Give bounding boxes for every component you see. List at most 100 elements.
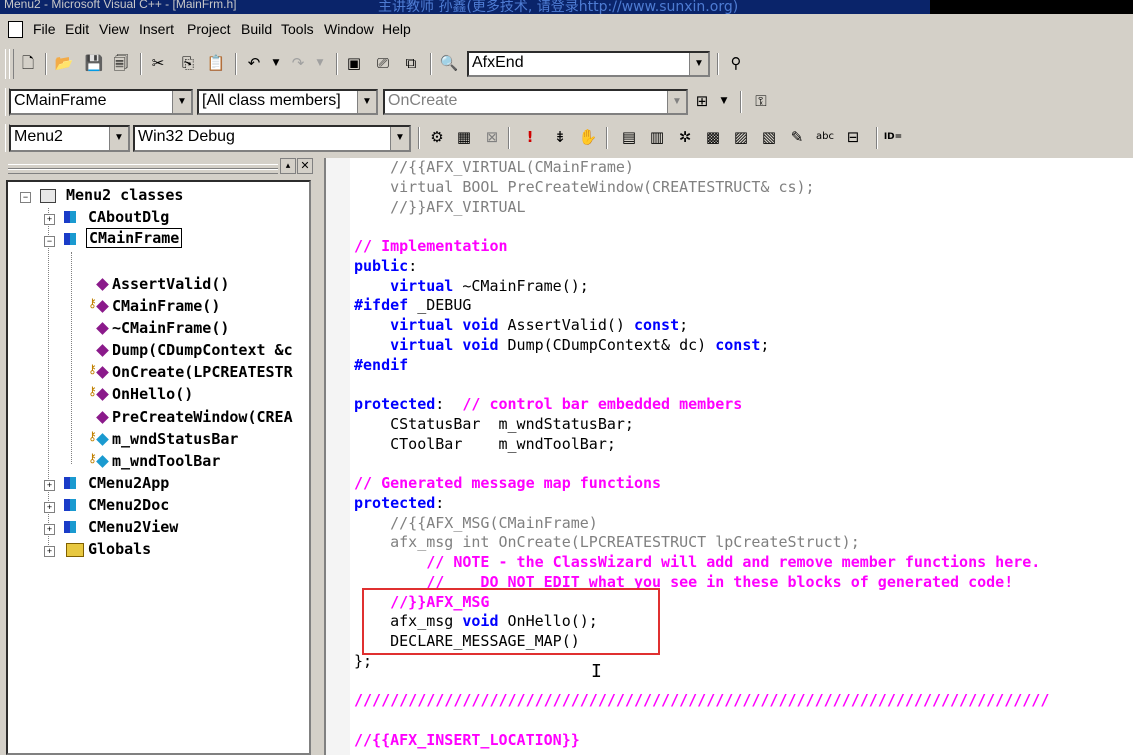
redo-dropdown-icon[interactable]: ▼ [310, 53, 330, 73]
document-icon[interactable] [8, 21, 23, 38]
new-file-icon[interactable]: 🗋 [18, 53, 38, 73]
chevron-down-icon[interactable]: ▼ [689, 53, 708, 75]
code-token: : [408, 256, 418, 275]
collapse-icon[interactable]: − [20, 192, 31, 203]
resource-icon-5[interactable]: ▨ [731, 127, 751, 147]
code-line[interactable]: #endif [354, 356, 408, 376]
code-line[interactable]: // NOTE - the ClassWizard will add and r… [354, 553, 1040, 573]
toolbar-grip[interactable] [9, 49, 14, 79]
find-in-files-icon[interactable]: 🔍 [439, 53, 459, 73]
wizardbar-dropdown-icon[interactable]: ▼ [714, 91, 734, 111]
code-line[interactable]: // Implementation [354, 237, 508, 257]
code-line[interactable]: virtual void Dump(CDumpContext& dc) cons… [354, 336, 769, 356]
expand-icon[interactable]: + [44, 524, 55, 535]
copy-icon[interactable]: ⎘ [178, 53, 198, 73]
toolbar-separator [418, 127, 420, 149]
paste-icon[interactable]: 📋 [206, 53, 226, 73]
tree-line [71, 252, 72, 464]
pane-grip[interactable] [8, 169, 278, 174]
expand-icon[interactable]: + [44, 502, 55, 513]
code-line[interactable]: #ifdef _DEBUG [354, 296, 471, 316]
resource-icon-2[interactable]: ▥ [647, 127, 667, 147]
code-line[interactable]: afx_msg int OnCreate(LPCREATESTRUCT lpCr… [354, 533, 860, 553]
window-list-icon[interactable]: ⧉ [401, 53, 421, 73]
wizardbar-action-icon[interactable]: ⊞ [692, 91, 712, 111]
class-view-tree[interactable]: − Menu2 classes + CAboutDlg − CMainFrame… [6, 180, 311, 755]
output-icon[interactable]: ⎚ [373, 53, 393, 73]
code-line[interactable]: //}}AFX_VIRTUAL [354, 198, 525, 218]
member-combo[interactable]: OnCreate ▼ [383, 89, 688, 115]
restore-pane-icon[interactable]: ▴ [280, 158, 296, 174]
close-pane-icon[interactable]: ✕ [297, 158, 313, 174]
toolbar-separator [606, 127, 608, 149]
code-line[interactable]: virtual BOOL PreCreateWindow(CREATESTRUC… [354, 178, 814, 198]
menu-edit[interactable]: Edit [65, 21, 89, 37]
undo-icon[interactable]: ↶ [244, 53, 264, 73]
menu-window[interactable]: Window [324, 21, 374, 37]
menu-insert[interactable]: Insert [139, 21, 174, 37]
execute-icon[interactable]: ! [520, 127, 540, 147]
menu-help[interactable]: Help [382, 21, 411, 37]
workspace-icon[interactable]: ▣ [344, 53, 364, 73]
class-wizard-icon[interactable]: ⚿ [751, 91, 771, 111]
expand-icon[interactable]: + [44, 546, 55, 557]
menu-build[interactable]: Build [241, 21, 272, 37]
find-binoculars-icon[interactable]: ⚲ [726, 53, 746, 73]
open-folder-icon[interactable]: 📂 [54, 53, 74, 73]
menu-view[interactable]: View [99, 21, 129, 37]
selection-margin[interactable] [326, 158, 350, 755]
stop-build-icon[interactable]: ⊠ [482, 127, 502, 147]
code-line[interactable]: //{{AFX_INSERT_LOCATION}} [354, 731, 580, 751]
resource-symbols-button[interactable]: ID= [883, 127, 903, 147]
save-all-icon[interactable]: 🗐 [111, 53, 131, 73]
go-icon[interactable]: ⇟ [550, 127, 570, 147]
build-icon[interactable]: ▦ [454, 127, 474, 147]
code-line[interactable]: protected: // control bar embedded membe… [354, 395, 742, 415]
resource-icon-1[interactable]: ▤ [619, 127, 639, 147]
menu-file[interactable]: File [33, 21, 56, 37]
title-bar-right [930, 0, 1133, 14]
code-editor[interactable]: //{{AFX_VIRTUAL(CMainFrame) virtual BOOL… [324, 158, 1133, 755]
menu-tools[interactable]: Tools [281, 21, 314, 37]
code-line[interactable]: virtual ~CMainFrame(); [354, 277, 589, 297]
code-line[interactable]: CStatusBar m_wndStatusBar; [354, 415, 634, 435]
code-line[interactable]: ////////////////////////////////////////… [354, 691, 1049, 711]
chevron-down-icon[interactable]: ▼ [109, 127, 128, 150]
find-combo[interactable]: AfxEnd ▼ [467, 51, 710, 77]
code-line[interactable]: CToolBar m_wndToolBar; [354, 435, 616, 455]
chevron-down-icon[interactable]: ▼ [390, 127, 409, 150]
code-line[interactable]: //{{AFX_VIRTUAL(CMainFrame) [354, 158, 634, 178]
undo-dropdown-icon[interactable]: ▼ [266, 53, 286, 73]
code-line[interactable]: //{{AFX_MSG(CMainFrame) [354, 514, 598, 534]
code-line[interactable]: protected: [354, 494, 444, 514]
wizardbar-toolbar: CMainFrame ▼ [All class members] ▼ OnCre… [0, 86, 1133, 118]
menu-project[interactable]: Project [187, 21, 231, 37]
cut-icon[interactable]: ✂ [148, 53, 168, 73]
resource-icon-4[interactable]: ▩ [703, 127, 723, 147]
breakpoint-hand-icon[interactable]: ✋ [578, 127, 598, 147]
expand-icon[interactable]: + [44, 480, 55, 491]
code-line[interactable]: public: [354, 257, 417, 277]
filter-combo[interactable]: [All class members] ▼ [197, 89, 378, 115]
resource-icon-9[interactable]: ⊟ [843, 127, 863, 147]
string-table-icon[interactable]: abc [815, 127, 835, 147]
code-token: protected [354, 395, 436, 413]
save-icon[interactable]: 💾 [84, 53, 104, 73]
code-token: // Generated message map functions [354, 474, 662, 492]
resource-icon-3[interactable]: ✲ [675, 127, 695, 147]
config-combo[interactable]: Win32 Debug ▼ [133, 125, 411, 152]
collapse-icon[interactable]: − [44, 236, 55, 247]
compile-icon[interactable]: ⚙ [427, 127, 447, 147]
class-combo[interactable]: CMainFrame ▼ [9, 89, 193, 115]
redo-icon[interactable]: ↷ [288, 53, 308, 73]
chevron-down-icon[interactable]: ▼ [357, 91, 376, 113]
expand-icon[interactable]: + [44, 214, 55, 225]
chevron-down-icon[interactable]: ▼ [172, 91, 191, 113]
resource-icon-7[interactable]: ✎ [787, 127, 807, 147]
resource-icon-6[interactable]: ▧ [759, 127, 779, 147]
code-line[interactable]: // Generated message map functions [354, 474, 661, 494]
code-line[interactable]: virtual void AssertValid() const; [354, 316, 688, 336]
project-combo[interactable]: Menu2 ▼ [9, 125, 130, 152]
chevron-down-icon[interactable]: ▼ [667, 91, 686, 113]
tree-item-label: OnCreate(LPCREATESTR [112, 363, 293, 381]
